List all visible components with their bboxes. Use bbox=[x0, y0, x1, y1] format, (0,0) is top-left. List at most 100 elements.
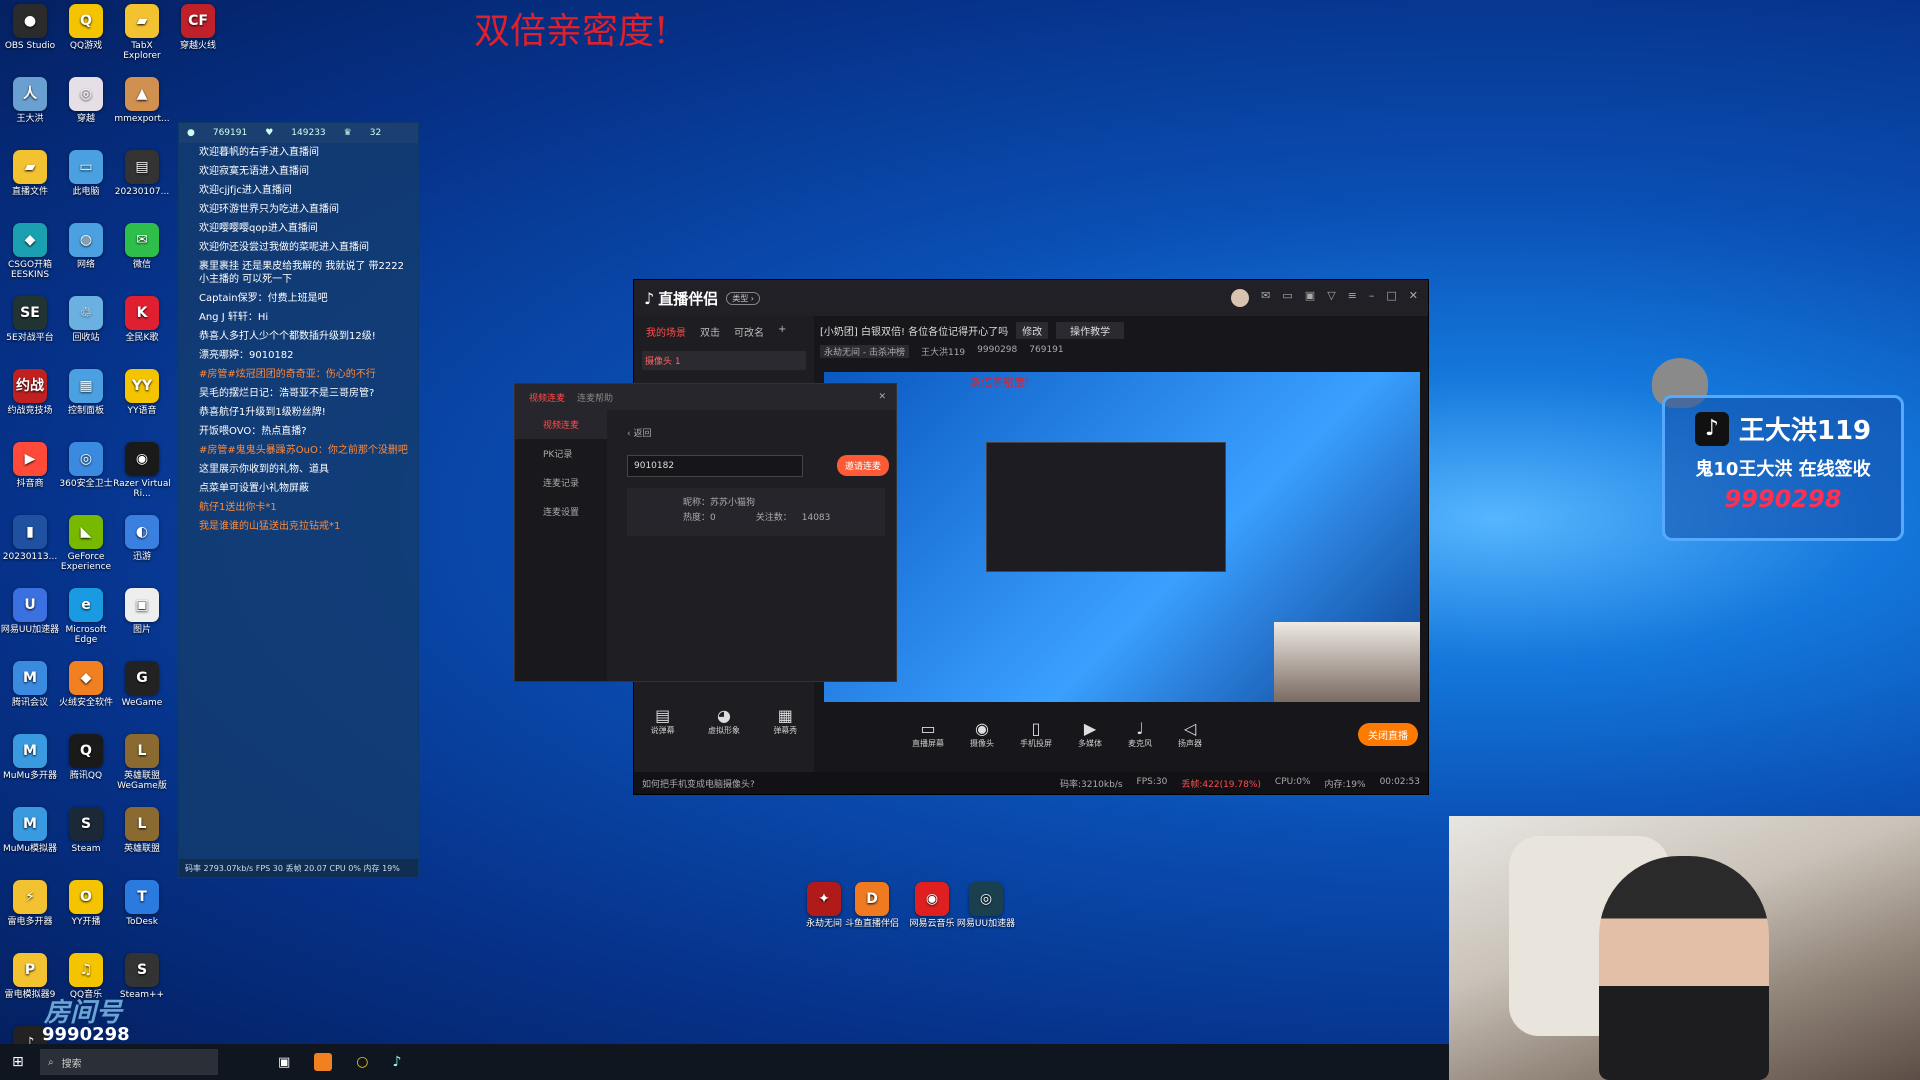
stream-preview[interactable]: 双倍亲密度! bbox=[824, 372, 1420, 702]
menu-icon[interactable]: ≡ bbox=[1348, 289, 1357, 307]
desktop-icon[interactable]: L 英雄联盟 bbox=[112, 807, 172, 854]
invite-link-button[interactable]: 邀请连麦 bbox=[837, 455, 890, 476]
end-stream-button[interactable]: 关闭直播 bbox=[1358, 722, 1418, 746]
save-icon[interactable]: ▣ bbox=[1305, 289, 1315, 307]
desktop-icon[interactable]: ♲ 回收站 bbox=[56, 296, 116, 343]
desktop-icon[interactable]: L 英雄联盟 WeGame版 bbox=[112, 734, 172, 791]
desktop-icon[interactable]: T ToDesk bbox=[112, 880, 172, 927]
desktop-icon[interactable]: M 腾讯会议 bbox=[0, 661, 60, 708]
desktop-icon[interactable]: M MuMu多开器 bbox=[0, 734, 60, 781]
bottom-app-shortcut[interactable]: ◎ 网易UU加速器 bbox=[956, 882, 1016, 929]
desktop-icon[interactable]: ● OBS Studio bbox=[0, 4, 60, 51]
desktop-icon[interactable]: Q 腾讯QQ bbox=[56, 734, 116, 781]
desktop-app-icon: ◆ bbox=[13, 223, 47, 257]
desktop-icon[interactable]: ◐ 迅游 bbox=[112, 515, 172, 562]
tab-rename[interactable]: 可改名 bbox=[734, 324, 764, 339]
dialog-close-icon[interactable]: ✕ bbox=[878, 392, 886, 402]
desktop-icon[interactable]: ▣ 图片 bbox=[112, 588, 172, 635]
desktop-app-icon: ▶ bbox=[13, 442, 47, 476]
desktop-icon[interactable]: G WeGame bbox=[112, 661, 172, 708]
desktop-app-icon: ◣ bbox=[69, 515, 103, 549]
tab-link-help[interactable]: 连麦帮助 bbox=[577, 391, 613, 404]
desktop-icon[interactable]: YY YY语音 bbox=[112, 369, 172, 416]
desktop-app-icon: ▰ bbox=[125, 4, 159, 38]
danmu-tool[interactable]: ▤ 说弹幕 bbox=[651, 706, 675, 736]
desktop-icon[interactable]: ◍ 网络 bbox=[56, 223, 116, 270]
desktop-icon[interactable]: ▤ 20230107... bbox=[112, 150, 172, 197]
menu-link-settings[interactable]: 连麦设置 bbox=[515, 497, 607, 526]
desktop-icon[interactable]: O YY开播 bbox=[56, 880, 116, 927]
bottom-app-shortcut[interactable]: ◉ 网易云音乐 bbox=[902, 882, 962, 929]
desktop-icon[interactable]: M MuMu模拟器 bbox=[0, 807, 60, 854]
screen-capture-tool[interactable]: ▭ 直播屏幕 bbox=[912, 719, 944, 749]
type-tag[interactable]: 类型 › bbox=[726, 291, 760, 305]
danmu-show-tool[interactable]: ▦ 弹幕秀 bbox=[773, 706, 797, 736]
stream-title[interactable]: [小奶团] 白银双倍! 各位各位记得开心了吗 bbox=[820, 323, 1008, 338]
add-scene-button[interactable]: + bbox=[778, 324, 786, 339]
status-tip[interactable]: 如何把手机变成电脑摄像头? bbox=[642, 777, 755, 790]
desktop-icon[interactable]: ▦ 控制面板 bbox=[56, 369, 116, 416]
room-id-input[interactable]: 9010182 bbox=[627, 455, 803, 477]
desktop-icon[interactable]: ▰ 直播文件 bbox=[0, 150, 60, 197]
avatar[interactable] bbox=[1231, 289, 1250, 307]
maximize-icon[interactable]: □ bbox=[1386, 289, 1396, 307]
speaker-tool[interactable]: ◁ 扬声器 bbox=[1178, 719, 1202, 749]
link-mic-dialog[interactable]: 视频连麦 连麦帮助 ✕ 视频连麦 PK记录 连麦记录 连麦设置 ‹ 返回 901… bbox=[514, 383, 897, 682]
desktop-icon[interactable]: Q QQ游戏 bbox=[56, 4, 116, 51]
edit-title-button[interactable]: 修改 bbox=[1016, 322, 1049, 339]
game-category[interactable]: 永劫无间 - 击杀冲榜 bbox=[820, 345, 909, 358]
desktop-icon[interactable]: ◆ 火绒安全软件 bbox=[56, 661, 116, 708]
start-icon[interactable]: ⊞ bbox=[12, 1054, 24, 1070]
desktop-icon[interactable]: ◣ GeForce Experience bbox=[56, 515, 116, 572]
menu-link-record[interactable]: 连麦记录 bbox=[515, 468, 607, 497]
desktop-icon[interactable]: ▭ 此电脑 bbox=[56, 150, 116, 197]
media-tool[interactable]: ▶ 多媒体 bbox=[1078, 719, 1102, 749]
desktop-icon[interactable]: ◎ 360安全卫士 bbox=[56, 442, 116, 489]
desktop-icon[interactable]: ▲ mmexport... bbox=[112, 77, 172, 124]
desktop-icon[interactable]: ▶ 抖音商 bbox=[0, 442, 60, 489]
desktop-icon[interactable]: 约战 约战竞技场 bbox=[0, 369, 60, 416]
desktop-icon[interactable]: CF 穿越火线 bbox=[168, 4, 228, 51]
tab-video-link[interactable]: 视频连麦 bbox=[529, 391, 565, 404]
scene-item-camera[interactable]: 摄像头 1 bbox=[642, 351, 806, 370]
desktop-icon-label: 英雄联盟 WeGame版 bbox=[117, 771, 167, 791]
desktop-icon[interactable]: S Steam bbox=[56, 807, 116, 854]
menu-video-link[interactable]: 视频连麦 bbox=[515, 410, 607, 439]
desktop-app-icon: S bbox=[69, 807, 103, 841]
desktop-icon[interactable]: ◉ Razer Virtual Ri... bbox=[112, 442, 172, 499]
search-box[interactable]: ⌕ 搜索 bbox=[40, 1049, 218, 1075]
filter-icon[interactable]: ▽ bbox=[1327, 289, 1335, 307]
desktop-icon[interactable]: ▮ 20230113... bbox=[0, 515, 60, 562]
desktop-icon[interactable]: ◎ 穿越 bbox=[56, 77, 116, 124]
taskbar-app-orange-icon[interactable] bbox=[314, 1053, 333, 1071]
desktop-icon[interactable]: ▰ TabX Explorer bbox=[112, 4, 172, 61]
camera-tool[interactable]: ◉ 摄像头 bbox=[970, 719, 994, 749]
menu-pk-record[interactable]: PK记录 bbox=[515, 439, 607, 468]
desktop-icon[interactable]: SE 5E对战平台 bbox=[0, 296, 60, 343]
tutorial-button[interactable]: 操作教学 bbox=[1056, 322, 1125, 339]
mail-icon[interactable]: ✉ bbox=[1261, 289, 1270, 307]
taskview-icon[interactable]: ▣ bbox=[278, 1055, 290, 1070]
tab-double-click[interactable]: 双击 bbox=[700, 324, 720, 339]
desktop-icon[interactable]: U 网易UU加速器 bbox=[0, 588, 60, 635]
desktop-icon[interactable]: 人王大洪 bbox=[0, 77, 60, 124]
desktop-icon[interactable]: e Microsoft Edge bbox=[56, 588, 116, 645]
minimize-icon[interactable]: – bbox=[1369, 289, 1375, 307]
chat-message: 欢迎嘤嘤嘤qop进入直播间 bbox=[199, 223, 318, 234]
back-link[interactable]: ‹ 返回 bbox=[627, 426, 651, 439]
tiktok-icon: ♪ bbox=[1694, 411, 1729, 446]
taskbar-app-circle-icon[interactable]: ○ bbox=[356, 1054, 368, 1070]
taskbar-app-companion-icon[interactable]: ♪ bbox=[393, 1054, 402, 1070]
desktop-icon[interactable]: ⚡ 雷电多开器 bbox=[0, 880, 60, 927]
chat-panel[interactable]: ● 769191 ♥ 149233 ♛ 32 欢迎暮帆的右手进入直播间 欢迎寂寞无语进入… bbox=[178, 122, 419, 878]
close-icon[interactable]: ✕ bbox=[1409, 289, 1418, 307]
avatar-tool[interactable]: ◕ 虚拟形象 bbox=[708, 706, 740, 736]
desktop-icon[interactable]: ◆ CSGO开箱 EESKINS bbox=[0, 223, 60, 280]
desktop-icon[interactable]: K 全民K歌 bbox=[112, 296, 172, 343]
phone-cast-tool[interactable]: ▯ 手机投屏 bbox=[1020, 719, 1052, 749]
tab-my-scenes[interactable]: 我的场景 bbox=[646, 324, 686, 339]
microphone-tool[interactable]: ♩ 麦克风 bbox=[1128, 719, 1152, 749]
bottom-app-shortcut[interactable]: D 斗鱼直播伴侣 bbox=[842, 882, 902, 929]
screen-icon[interactable]: ▭ bbox=[1282, 289, 1292, 307]
desktop-icon[interactable]: ✉ 微信 bbox=[112, 223, 172, 270]
